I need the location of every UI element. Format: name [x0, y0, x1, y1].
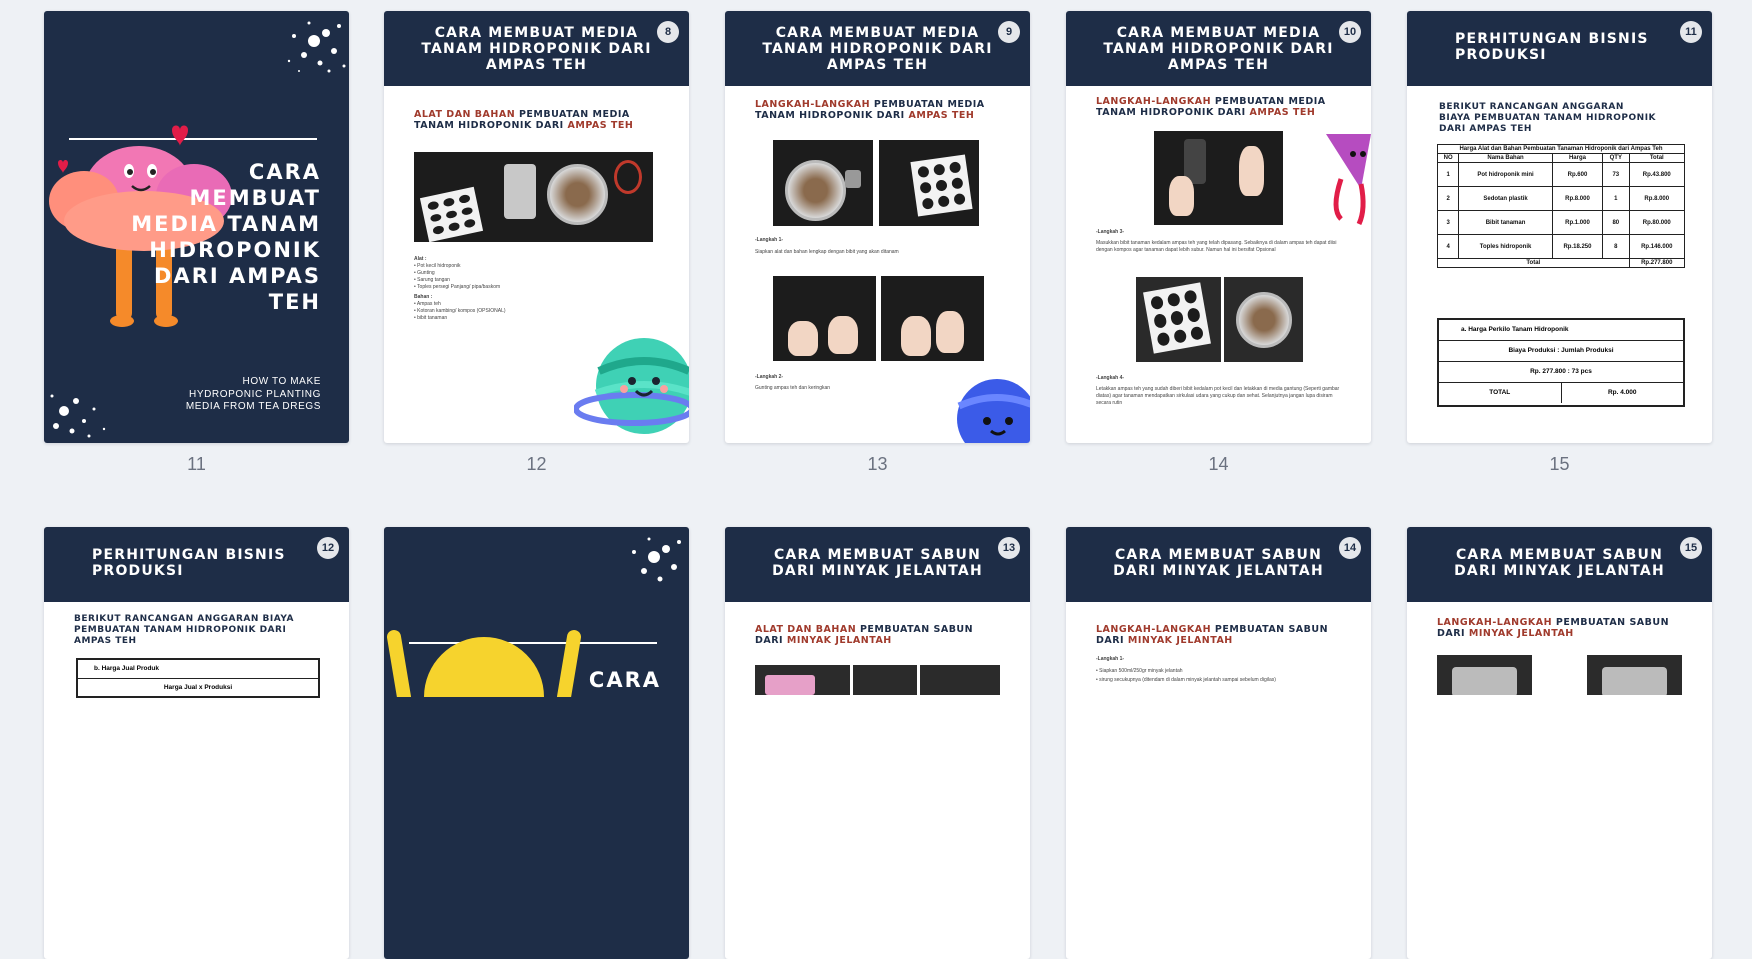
- soap-step-photo-1: [1437, 655, 1532, 695]
- page-title: CARA MEMBUAT MEDIA TANAM HIDROPONIK DARI…: [421, 25, 652, 73]
- page-thumbnail-11[interactable]: CARA MEMBUAT MEDIA TANAM HIDROPONIK DARI…: [44, 11, 349, 443]
- slide-number-badge: 10: [1339, 21, 1361, 43]
- page-header: PERHITUNGAN BISNIS PRODUKSI 11: [1407, 11, 1712, 86]
- step2-photo-cutting: [773, 276, 876, 361]
- table-header: Total: [1628, 153, 1686, 163]
- section-subheading: LANGKAH-LANGKAH PEMBUATAN MEDIA TANAM HI…: [755, 99, 985, 121]
- section-subheading: BERIKUT RANCANGAN ANGGARAN BIAYA PEMBUAT…: [1439, 102, 1657, 134]
- page-number-label: 14: [1208, 454, 1229, 474]
- page-title: PERHITUNGAN BISNIS PRODUKSI: [1455, 31, 1649, 63]
- page-title: CARA MEMBUAT MEDIA TANAM HIDROPONIK DARI…: [1103, 25, 1334, 73]
- tools-list: Alat : • Pot kecil hidroponik • Gunting …: [414, 256, 506, 321]
- page-thumbnail-14[interactable]: CARA MEMBUAT MEDIA TANAM HIDROPONIK DARI…: [1066, 11, 1371, 443]
- price-per-unit-box: a. Harga Perkilo Tanam Hidroponik Biaya …: [1437, 318, 1685, 407]
- page-header: CARA MEMBUAT MEDIA TANAM HIDROPONIK DARI…: [725, 11, 1030, 86]
- page-number-label: 15: [1549, 454, 1570, 474]
- triangle-mascot-icon: [1326, 134, 1371, 226]
- table-header: QTY: [1602, 153, 1630, 163]
- page-header: CARA MEMBUAT MEDIA TANAM HIDROPONIK DARI…: [1066, 11, 1371, 86]
- page-title: CARA MEMBUAT MEDIA TANAM HIDROPONIK DARI…: [762, 25, 993, 73]
- step-3-text: Masukkan bibit tanaman kedalam ampas teh…: [1096, 240, 1337, 253]
- slide-number-badge: 11: [1680, 21, 1702, 43]
- table-row: 2 Sedotan plastik Rp.8.000 1 Rp.8.000: [1436, 186, 1686, 211]
- section-subheading: LANGKAH-LANGKAH PEMBUATAN SABUN DARI MIN…: [1096, 624, 1329, 646]
- page-thumbnail-16[interactable]: PERHITUNGAN BISNIS PRODUKSI 12 BERIKUT R…: [44, 527, 349, 959]
- page-title: PERHITUNGAN BISNIS PRODUKSI: [92, 547, 286, 579]
- sun-mascot-icon: [387, 630, 581, 697]
- page-thumbnail-18[interactable]: CARA MEMBUAT SABUN DARI MINYAK JELANTAH …: [725, 527, 1030, 959]
- step-1-label: -Langkah 1-: [1096, 656, 1125, 662]
- page-thumbnail-15[interactable]: PERHITUNGAN BISNIS PRODUKSI 11 BERIKUT R…: [1407, 11, 1712, 443]
- step-1-text: Siapkan alat dan bahan lengkap dengan bi…: [755, 249, 899, 255]
- soap-tools-photo-3: [920, 665, 1000, 695]
- tools-photo: [414, 152, 653, 242]
- pot-tray-image: [419, 186, 484, 242]
- page-header: CARA MEMBUAT SABUN DARI MINYAK JELANTAH …: [1066, 527, 1371, 602]
- planet-mascot-icon: [957, 379, 1030, 443]
- table-header: NO: [1436, 153, 1460, 163]
- cover-title: CARA: [588, 668, 661, 692]
- step1-photo-tray: [879, 140, 979, 226]
- page-thumbnail-12[interactable]: CARA MEMBUAT MEDIA TANAM HIDROPONIK DARI…: [384, 11, 689, 443]
- step-4-label: -Langkah 4-: [1096, 375, 1125, 381]
- table-title: Harga Alat dan Bahan Pembuatan Tanaman H…: [1437, 144, 1685, 154]
- page-thumbnail-17[interactable]: CARA: [384, 527, 689, 959]
- section-subheading: LANGKAH-LANGKAH PEMBUATAN SABUN DARI MIN…: [1437, 617, 1670, 639]
- table-header: Nama Bahan: [1458, 153, 1553, 163]
- page-number-label: 12: [526, 454, 547, 474]
- soap-tools-photo-2: [853, 665, 917, 695]
- table-total-row: Total Rp.277.800: [1437, 258, 1686, 268]
- cost-table: Harga Alat dan Bahan Pembuatan Tanaman H…: [1436, 144, 1686, 268]
- section-subheading: ALAT DAN BAHAN PEMBUATAN SABUN DARI MINY…: [755, 624, 974, 646]
- paint-splatter-decoration: [50, 394, 106, 438]
- page-title: CARA MEMBUAT SABUN DARI MINYAK JELANTAH: [1113, 547, 1324, 579]
- page-header: CARA MEMBUAT SABUN DARI MINYAK JELANTAH …: [1407, 527, 1712, 602]
- table-header: Harga: [1551, 153, 1604, 163]
- page-number-label: 13: [867, 454, 888, 474]
- table-row: 4 Toples hidroponik Rp.18.250 8 Rp.146.000: [1436, 234, 1686, 259]
- slide-number-badge: 13: [998, 537, 1020, 559]
- page-number-label: 11: [187, 454, 206, 474]
- page-title: CARA MEMBUAT SABUN DARI MINYAK JELANTAH: [772, 547, 983, 579]
- page-header: CARA MEMBUAT SABUN DARI MINYAK JELANTAH …: [725, 527, 1030, 602]
- step-4-text: Letakkan ampas teh yang sudah diberi bib…: [1096, 386, 1340, 406]
- soap-step-photo-2: [1587, 655, 1682, 695]
- page-title: CARA MEMBUAT SABUN DARI MINYAK JELANTAH: [1454, 547, 1665, 579]
- step-1-label: -Langkah 1-: [755, 237, 784, 243]
- step4-photo-tray: [1136, 277, 1221, 362]
- step3-photo: [1154, 131, 1283, 225]
- step4-photo-pot: [1224, 277, 1303, 362]
- step1-photo-bowl: [773, 140, 873, 226]
- paint-splatter-decoration: [632, 537, 681, 582]
- slide-number-badge: 14: [1339, 537, 1361, 559]
- table-row: 3 Bibit tanaman Rp.1.000 80 Rp.80.000: [1436, 210, 1686, 235]
- page-header: PERHITUNGAN BISNIS PRODUKSI 12: [44, 527, 349, 602]
- slide-number-badge: 8: [657, 21, 679, 43]
- step-3-label: -Langkah 3-: [1096, 229, 1125, 235]
- section-subheading: BERIKUT RANCANGAN ANGGARAN BIAYA PEMBUAT…: [74, 614, 294, 646]
- page-thumbnail-20[interactable]: CARA MEMBUAT SABUN DARI MINYAK JELANTAH …: [1407, 527, 1712, 959]
- step2-photo-hands: [881, 276, 984, 361]
- section-subheading: ALAT DAN BAHAN PEMBUATAN MEDIA TANAM HID…: [414, 109, 634, 131]
- page-thumbnail-19[interactable]: CARA MEMBUAT SABUN DARI MINYAK JELANTAH …: [1066, 527, 1371, 959]
- step-2-label: -Langkah 2-: [755, 374, 784, 380]
- step-1-text: • sirung secukupnya (ditendam di dalam m…: [1096, 677, 1276, 683]
- selling-price-box: b. Harga Jual Produk Harga Jual x Produk…: [76, 658, 320, 698]
- step-1-text: • Siapkan 500ml/250gr minyak jelantah: [1096, 668, 1183, 674]
- paint-splatter-decoration: [287, 21, 346, 73]
- planet-mascot-icon: [574, 338, 689, 434]
- table-row: 1 Pot hidroponik mini Rp.600 73 Rp.43.800: [1436, 162, 1686, 187]
- page-thumbnail-13[interactable]: CARA MEMBUAT MEDIA TANAM HIDROPONIK DARI…: [725, 11, 1030, 443]
- step-2-text: Gunting ampas teh dan keringkan: [755, 385, 831, 391]
- slide-number-badge: 12: [317, 537, 339, 559]
- cover-subtitle: HOW TO MAKE HYDROPONIC PLANTING MEDIA FR…: [185, 376, 321, 412]
- section-subheading: LANGKAH-LANGKAH PEMBUATAN MEDIA TANAM HI…: [1096, 96, 1326, 118]
- cover-title: CARA MEMBUAT MEDIA TANAM HIDROPONIK DARI…: [131, 160, 321, 314]
- slide-number-badge: 15: [1680, 537, 1702, 559]
- page-header: CARA MEMBUAT MEDIA TANAM HIDROPONIK DARI…: [384, 11, 689, 86]
- slide-number-badge: 9: [998, 21, 1020, 43]
- soap-tools-photo-1: [755, 665, 850, 695]
